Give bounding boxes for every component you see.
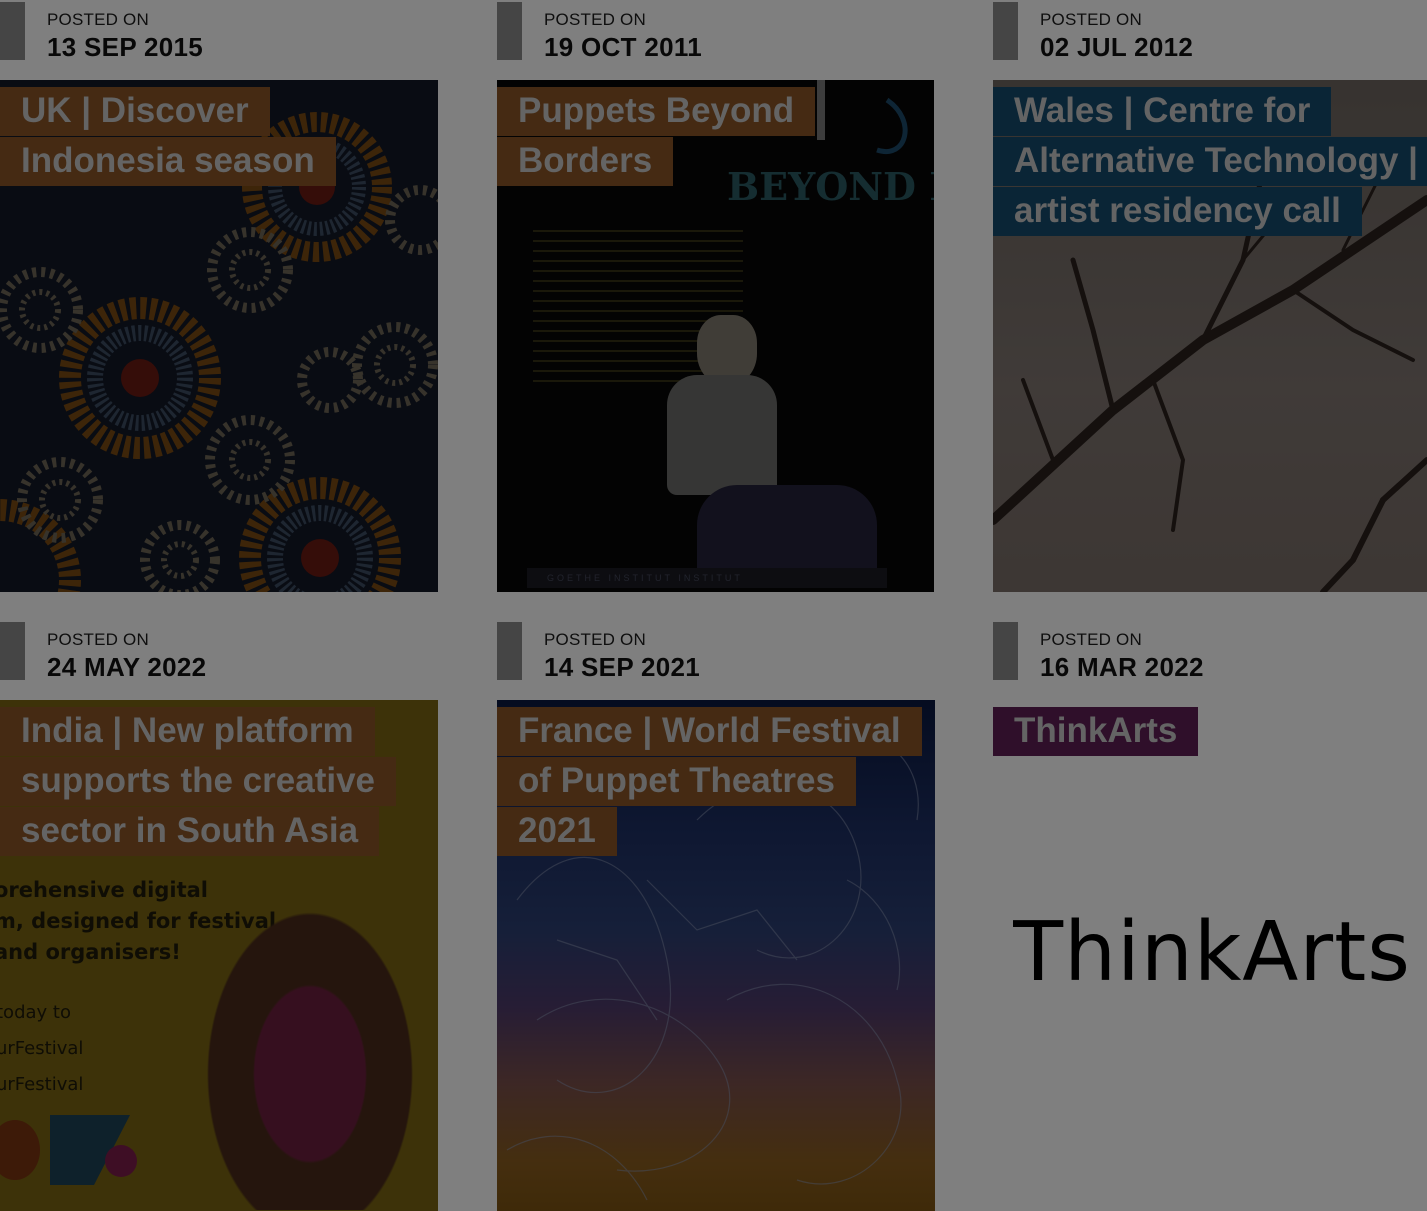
- post-meta: POSTED ON 02 JUL 2012: [993, 0, 1427, 80]
- meta-accent-bar: [497, 2, 522, 60]
- post-thumbnail-link[interactable]: ThinkArts: [993, 700, 1427, 1211]
- thinkarts-logo: ThinkArts: [1013, 905, 1411, 1000]
- dancers-photo: [180, 870, 438, 1210]
- meta-accent-bar: [0, 2, 25, 60]
- post-title[interactable]: France | World Festival of Puppet Theatr…: [497, 707, 922, 856]
- post-meta: POSTED ON 16 MAR 2022: [993, 620, 1427, 700]
- post-card[interactable]: POSTED ON 16 MAR 2022 ThinkArts ThinkArt…: [993, 620, 1427, 1211]
- brand-shape: [105, 1145, 137, 1177]
- meta-accent-bar: [497, 622, 522, 680]
- post-title-wrap: UK | Discover Indonesia season: [0, 86, 420, 186]
- post-grid: POSTED ON 13 SEP 2015 UK | Discover Indo…: [0, 0, 1427, 1211]
- puppet-body: [667, 375, 777, 495]
- post-card[interactable]: POSTED ON 24 MAY 2022 orehensive digital…: [0, 620, 440, 1211]
- post-date: 13 SEP 2015: [47, 32, 204, 62]
- post-title[interactable]: Wales | Centre for Alternative Technolog…: [993, 87, 1427, 236]
- posted-on-label: POSTED ON: [544, 630, 646, 649]
- post-meta: POSTED ON 19 OCT 2011: [497, 0, 937, 80]
- posted-on-label: POSTED ON: [544, 10, 646, 29]
- post-title-wrap: France | World Festival of Puppet Theatr…: [497, 706, 922, 856]
- posted-on-label: POSTED ON: [1040, 10, 1142, 29]
- post-title[interactable]: UK | Discover Indonesia season: [0, 87, 336, 186]
- posted-on-label: POSTED ON: [47, 630, 149, 649]
- post-date: 19 OCT 2011: [544, 32, 702, 62]
- meta-accent-bar: [993, 622, 1018, 680]
- posted-on-label: POSTED ON: [47, 10, 149, 29]
- post-title-wrap: India | New platform supports the creati…: [0, 706, 420, 856]
- post-title-wrap: ThinkArts: [993, 706, 1199, 756]
- post-date: 16 MAR 2022: [1040, 652, 1204, 682]
- meta-accent-bar: [0, 622, 25, 680]
- brand-shape: [0, 1120, 40, 1180]
- post-card[interactable]: POSTED ON 19 OCT 2011 BEYOND BORDERS GOE…: [497, 0, 937, 592]
- post-card[interactable]: POSTED ON 02 JUL 2012 Wales | Centre for…: [993, 0, 1427, 592]
- post-date: 24 MAY 2022: [47, 652, 207, 682]
- posted-on-label: POSTED ON: [1040, 630, 1142, 649]
- poster-logos: GOETHE INSTITUT INSTITUT: [527, 568, 887, 588]
- post-card[interactable]: POSTED ON 13 SEP 2015 UK | Discover Indo…: [0, 0, 440, 592]
- post-date: 02 JUL 2012: [1040, 32, 1194, 62]
- post-meta: POSTED ON 24 MAY 2022: [0, 620, 440, 700]
- post-card[interactable]: POSTED ON 14 SEP 2021 France | World Fes…: [497, 620, 937, 1211]
- post-title[interactable]: Puppets Beyond Borders: [497, 87, 816, 186]
- meta-accent-bar: [993, 2, 1018, 60]
- post-title[interactable]: India | New platform supports the creati…: [0, 707, 396, 856]
- promo-copy-secondary: today to urFestival urFestival: [0, 1002, 84, 1095]
- post-meta: POSTED ON 13 SEP 2015: [0, 0, 440, 80]
- post-title[interactable]: ThinkArts: [993, 707, 1199, 756]
- post-title-wrap: Wales | Centre for Alternative Technolog…: [993, 86, 1427, 236]
- post-date: 14 SEP 2021: [544, 652, 701, 682]
- svg-text:ThinkArts: ThinkArts: [1013, 905, 1411, 1000]
- post-meta: POSTED ON 14 SEP 2021: [497, 620, 937, 700]
- post-title-wrap: Puppets Beyond Borders: [497, 86, 917, 186]
- puppet-lower: [697, 485, 877, 575]
